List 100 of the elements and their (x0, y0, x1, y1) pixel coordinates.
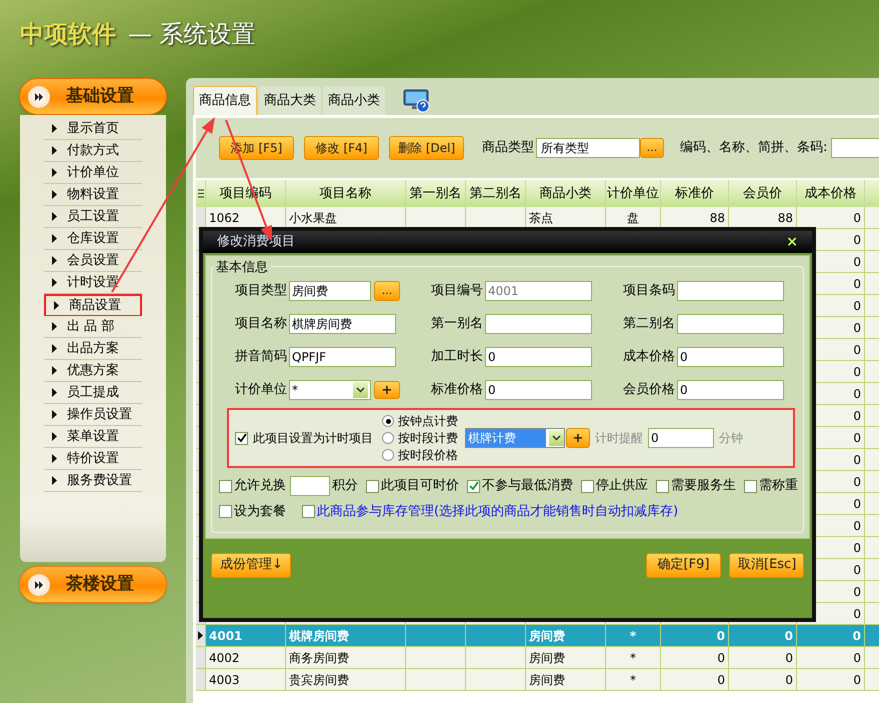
input-field[interactable]: 0 (677, 380, 784, 400)
table-row[interactable]: 4003 贵宾房间费 房间费 * 0 0 0 (196, 669, 879, 691)
sidebar-item[interactable]: 出 品 部 (44, 316, 142, 338)
chevron-icon (356, 387, 365, 393)
sidebar-item[interactable]: 服务费设置 (44, 470, 142, 492)
sidebar-item[interactable]: 商品设置 (44, 294, 142, 316)
checkbox[interactable] (467, 480, 480, 492)
input-field: 4001 (485, 281, 592, 301)
sidebar-item[interactable]: 付款方式 (44, 140, 142, 162)
points-field[interactable] (290, 476, 330, 496)
help-monitor-icon[interactable] (403, 89, 431, 113)
table-cell (406, 647, 466, 669)
browse-button[interactable]: ... (374, 281, 400, 301)
checkbox[interactable] (581, 480, 594, 492)
input-field[interactable]: 棋牌房间费 (289, 314, 396, 334)
input-field[interactable] (485, 314, 592, 334)
row-header[interactable] (196, 625, 206, 647)
triangle-icon (52, 454, 57, 463)
tab[interactable]: 商品小类 (323, 86, 385, 115)
dialog-button[interactable]: 取消[Esc] (729, 552, 804, 578)
sidebar-item[interactable]: 仓库设置 (44, 228, 142, 250)
sidebar-item[interactable]: 计价单位 (44, 162, 142, 184)
dialog-button[interactable]: 成份管理↓ (211, 552, 291, 578)
sidebar-item[interactable]: 操作员设置 (44, 404, 142, 426)
input-field[interactable]: QPFJF (289, 347, 396, 367)
reminder-label: 计时提醒 (595, 430, 643, 447)
checkbox[interactable] (219, 505, 232, 518)
triangle-icon (52, 168, 57, 177)
dialog-button[interactable]: 确定[F9] (646, 552, 721, 578)
option-label: 不参与最低消费 (482, 477, 573, 496)
input-field[interactable] (677, 281, 784, 301)
dropdown[interactable]: * (289, 380, 371, 400)
triangle-icon (52, 212, 57, 221)
checkbox[interactable] (219, 480, 232, 492)
table-row[interactable]: 1062 小水果盘 茶点 盘 88 88 0 (196, 207, 879, 229)
sidebar-item[interactable]: 会员设置 (44, 250, 142, 272)
checkbox[interactable] (302, 505, 315, 518)
table-cell: 茶点 (526, 207, 606, 229)
sidebar-item[interactable]: 特价设置 (44, 448, 142, 470)
type-field[interactable]: 所有类型 (536, 138, 640, 158)
column-header[interactable]: 标准价 (661, 180, 729, 207)
sidebar-item[interactable]: 优惠方案 (44, 360, 142, 382)
radio-button[interactable] (382, 432, 394, 444)
field-label: 第一别名 (430, 315, 483, 334)
field-label: 会员价格 (622, 381, 675, 400)
checkbox[interactable] (744, 480, 757, 492)
column-header[interactable]: 第一别名 (406, 180, 466, 207)
column-header[interactable]: 会员价 (729, 180, 797, 207)
close-button[interactable]: × (786, 232, 798, 252)
column-header[interactable]: 商品小类 (526, 180, 606, 207)
checkbox[interactable] (235, 432, 248, 444)
sidebar-item[interactable]: 出品方案 (44, 338, 142, 360)
option-label: 此项目可时价 (381, 477, 459, 496)
column-header[interactable]: 计价单位 (606, 180, 661, 207)
add-button[interactable]: + (566, 428, 590, 448)
toolbar-button[interactable]: 修改 [F4] (304, 136, 379, 160)
sidebar-item[interactable]: 员工提成 (44, 382, 142, 404)
option-label: 允许兑换 (234, 477, 286, 496)
sidebar-item[interactable]: 员工设置 (44, 206, 142, 228)
field-label: 项目条码 (622, 282, 675, 300)
column-header[interactable]: 项目名称 (286, 180, 406, 207)
table-cell: 贵宾房间费 (286, 669, 406, 691)
tab[interactable]: 商品大类 (259, 86, 321, 115)
checkbox[interactable] (366, 480, 379, 492)
triangle-icon (52, 432, 57, 441)
add-button[interactable]: + (374, 381, 400, 399)
input-field[interactable]: 0 (677, 347, 784, 367)
radio-button[interactable] (382, 449, 394, 461)
section-button[interactable]: 茶楼设置 (19, 566, 167, 603)
radio-label: 按时段计费 (398, 430, 458, 447)
triangle-icon (52, 256, 57, 265)
row-header[interactable] (196, 207, 206, 229)
triangle-icon (54, 301, 59, 310)
sidebar-item[interactable]: 物料设置 (44, 184, 142, 206)
table-cell: 0 (729, 647, 797, 669)
toolbar-button[interactable]: 删除 [Del] (389, 136, 464, 160)
dropdown-toggle[interactable] (353, 382, 368, 398)
column-header[interactable]: 第二别名 (466, 180, 526, 207)
table-cell: 小水果盘 (286, 207, 406, 229)
radio-button[interactable] (382, 415, 394, 427)
reminder-field[interactable]: 0 (648, 428, 714, 448)
tab[interactable]: 商品信息 (193, 86, 257, 115)
sidebar-item[interactable]: 菜单设置 (44, 426, 142, 448)
table-cell: 4002 (206, 647, 286, 669)
sidebar-item[interactable]: 显示首页 (44, 118, 142, 140)
input-field[interactable]: 房间费 (289, 281, 371, 301)
radio-label: 按钟点计费 (398, 413, 458, 430)
field-label: 第二别名 (622, 315, 675, 334)
triangle-icon (52, 344, 57, 353)
table-cell: 4003 (206, 669, 286, 691)
input-field[interactable] (677, 314, 784, 334)
checkbox[interactable] (656, 480, 669, 492)
triangle-icon (52, 476, 57, 485)
input-field[interactable]: 0 (485, 380, 592, 400)
column-header[interactable]: 成本价格 (797, 180, 865, 207)
browse-button[interactable]: ... (640, 138, 664, 158)
timing-label: 此项目设置为计时项目 (253, 430, 373, 447)
table-row[interactable]: 4002 商务房间费 房间费 * 0 0 0 (196, 647, 879, 669)
section-button[interactable]: 基础设置 (19, 78, 167, 115)
input-field[interactable]: 0 (485, 347, 592, 367)
